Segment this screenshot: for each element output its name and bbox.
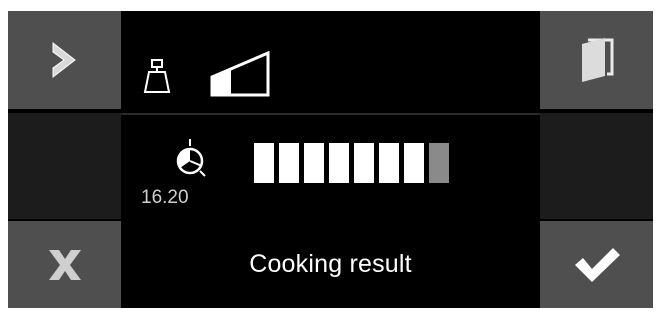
progress-segment-filled	[254, 143, 274, 183]
next-button[interactable]	[8, 11, 121, 109]
left-blank-area	[8, 113, 121, 219]
progress-segment-filled	[279, 143, 299, 183]
progress-bar	[254, 143, 449, 183]
door-button[interactable]	[540, 11, 653, 109]
oven-display-panel: 16.20 Cooking result	[8, 11, 653, 308]
right-blank-area	[540, 113, 653, 219]
result-label-row: Cooking result	[121, 221, 540, 308]
progress-segment-filled	[379, 143, 399, 183]
cooking-result-label: Cooking result	[249, 250, 412, 278]
confirm-button[interactable]	[540, 221, 653, 308]
weight-icon	[143, 59, 171, 93]
level-ramp-icon	[210, 51, 270, 97]
checkmark-icon	[574, 247, 620, 282]
close-icon	[48, 249, 81, 280]
door-icon	[581, 38, 613, 82]
timer-icon	[176, 139, 206, 177]
progress-segment-filled	[304, 143, 324, 183]
cancel-button[interactable]	[8, 221, 121, 308]
progress-segment-filled	[354, 143, 374, 183]
right-button-column	[540, 11, 653, 308]
settings-row	[121, 11, 540, 110]
chevron-right-icon	[52, 41, 76, 79]
progress-segment-filled	[404, 143, 424, 183]
progress-segment-filled	[329, 143, 349, 183]
cooking-time: 16.20	[141, 187, 189, 208]
progress-segment-empty	[429, 143, 449, 183]
left-button-column	[8, 11, 121, 308]
